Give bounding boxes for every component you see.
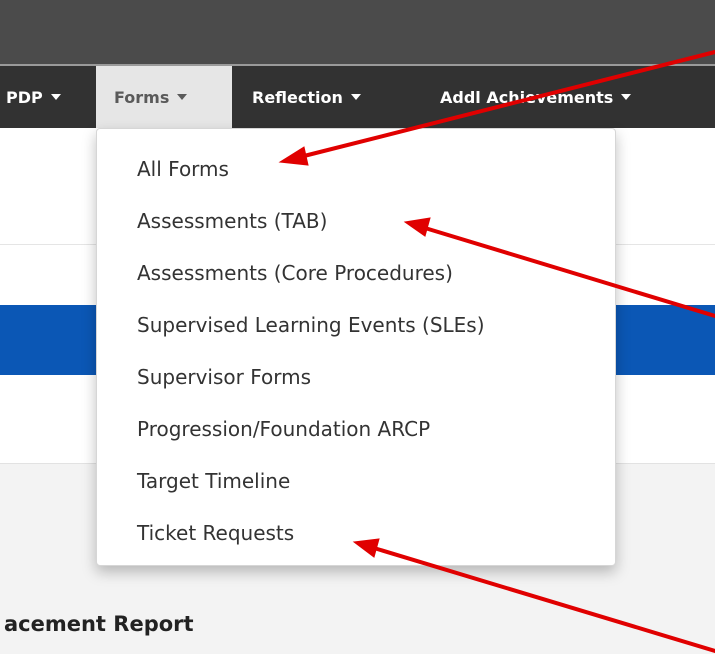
- caret-down-icon: [50, 94, 61, 100]
- nav-item-forms[interactable]: Forms: [96, 66, 232, 128]
- menu-item-all-forms[interactable]: All Forms: [97, 143, 615, 195]
- section-title: acement Report: [4, 612, 194, 636]
- nav-item-label: Addl Achievements: [440, 87, 614, 107]
- nav-item-label: Forms: [114, 87, 170, 107]
- nav-item-addl-achievements[interactable]: Addl Achievements: [440, 66, 632, 128]
- caret-down-icon: [350, 94, 361, 100]
- menu-item-ticket-requests[interactable]: Ticket Requests: [97, 507, 615, 559]
- menu-item-target-timeline[interactable]: Target Timeline: [97, 455, 615, 507]
- top-header-bar: [0, 0, 715, 66]
- caret-down-icon: [621, 94, 632, 100]
- nav-item-reflection[interactable]: Reflection: [252, 66, 361, 128]
- nav-item-label: Reflection: [252, 87, 343, 107]
- menu-item-supervisor-forms[interactable]: Supervisor Forms: [97, 351, 615, 403]
- menu-item-assessments-tab[interactable]: Assessments (TAB): [97, 195, 615, 247]
- menu-item-progression-foundation-arcp[interactable]: Progression/Foundation ARCP: [97, 403, 615, 455]
- main-navbar: PDP Forms Reflection Addl Achievements: [0, 66, 715, 128]
- menu-item-assessments-core-procedures[interactable]: Assessments (Core Procedures): [97, 247, 615, 299]
- nav-item-label: PDP: [6, 87, 43, 107]
- caret-down-icon: [177, 94, 188, 100]
- forms-dropdown-menu: All Forms Assessments (TAB) Assessments …: [96, 128, 616, 566]
- menu-item-supervised-learning-events[interactable]: Supervised Learning Events (SLEs): [97, 299, 615, 351]
- nav-item-pdp[interactable]: PDP: [6, 66, 61, 128]
